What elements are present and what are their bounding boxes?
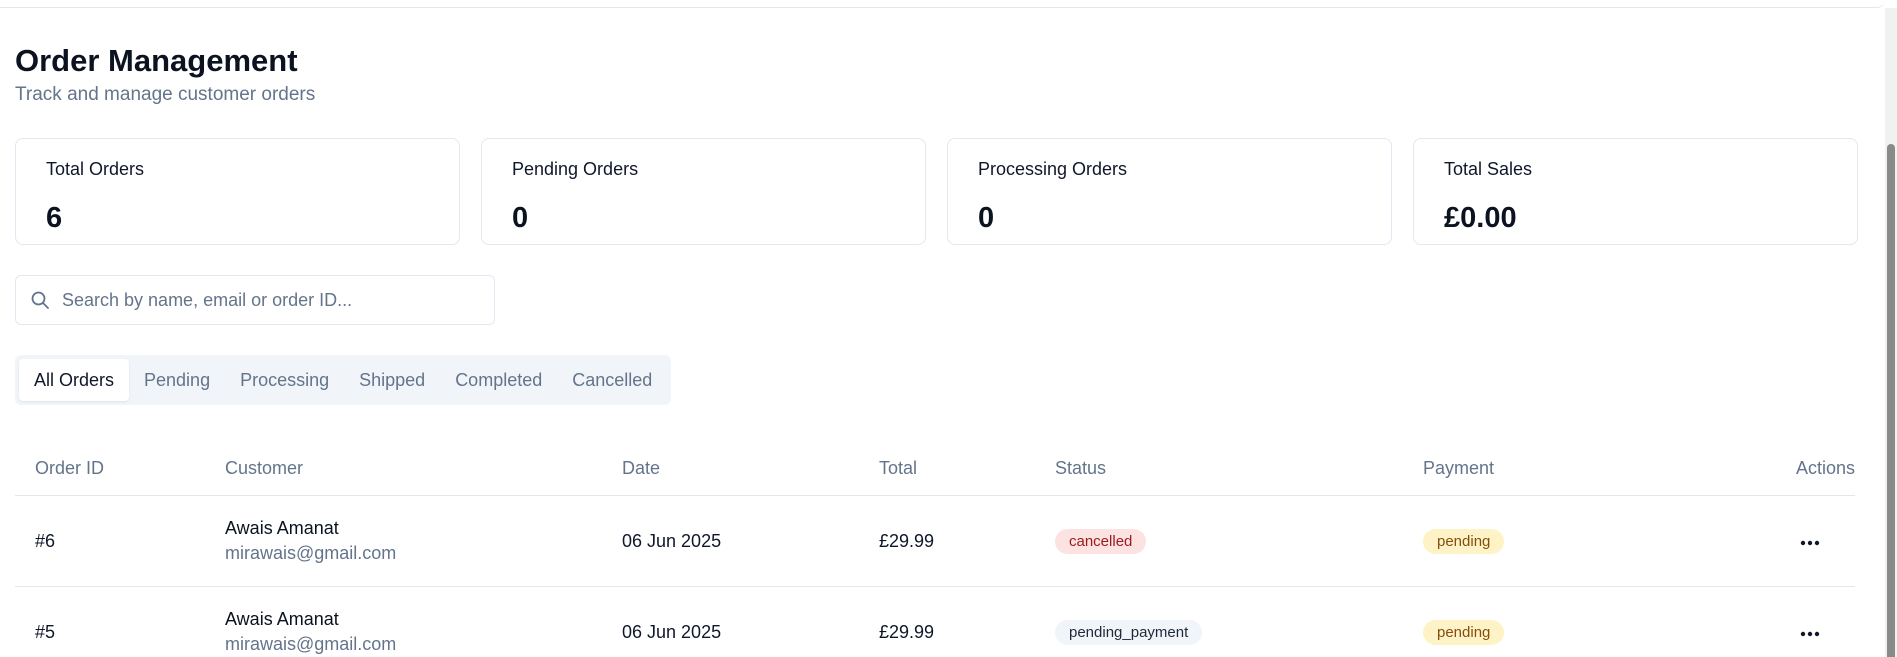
order-total: £29.99 xyxy=(879,621,935,642)
vertical-scrollbar[interactable] xyxy=(1885,8,1897,657)
table-row: #5 Awais Amanat mirawais@gmail.com 06 Ju… xyxy=(15,587,1855,657)
tab-pending[interactable]: Pending xyxy=(129,359,225,401)
stats-row: Total Orders 6 Pending Orders 0 Processi… xyxy=(15,138,1858,245)
page-title: Order Management xyxy=(15,43,298,78)
stat-card-total-orders: Total Orders 6 xyxy=(15,138,460,245)
table-header: Order ID Customer Date Total Status Paym… xyxy=(15,442,1855,496)
stat-card-pending-orders: Pending Orders 0 xyxy=(481,138,926,245)
scrollbar-thumb[interactable] xyxy=(1887,144,1895,657)
stat-label: Total Sales xyxy=(1444,159,1533,179)
stat-value: 0 xyxy=(512,202,529,234)
table-row: #6 Awais Amanat mirawais@gmail.com 06 Ju… xyxy=(15,496,1855,587)
customer-email: mirawais@gmail.com xyxy=(225,634,397,654)
customer-name: Awais Amanat xyxy=(225,518,339,538)
customer-name: Awais Amanat xyxy=(225,609,339,629)
column-header-date: Date xyxy=(622,458,661,478)
order-date: 06 Jun 2025 xyxy=(622,621,722,642)
stat-label: Processing Orders xyxy=(978,159,1128,179)
payment-badge: pending xyxy=(1423,528,1505,554)
status-badge: cancelled xyxy=(1055,528,1147,554)
customer-email: mirawais@gmail.com xyxy=(225,543,397,563)
tab-completed[interactable]: Completed xyxy=(440,359,557,401)
column-header-total: Total xyxy=(879,458,918,478)
actions-cell xyxy=(1725,531,1855,552)
tab-all-orders[interactable]: All Orders xyxy=(19,359,130,401)
search-box[interactable] xyxy=(15,275,495,325)
customer-cell: Awais Amanat mirawais@gmail.com xyxy=(225,609,622,655)
payment-cell: pending xyxy=(1423,528,1725,554)
more-actions-icon[interactable] xyxy=(1799,531,1821,545)
stat-card-processing-orders: Processing Orders 0 xyxy=(947,138,1392,245)
more-actions-icon[interactable] xyxy=(1799,622,1821,636)
stat-label: Pending Orders xyxy=(512,159,639,179)
search-icon xyxy=(30,290,50,310)
order-total: £29.99 xyxy=(879,530,935,551)
status-cell: cancelled xyxy=(1055,528,1423,554)
tab-shipped[interactable]: Shipped xyxy=(344,359,440,401)
stat-label: Total Orders xyxy=(46,159,145,179)
column-header-status: Status xyxy=(1055,458,1107,478)
stat-card-total-sales: Total Sales £0.00 xyxy=(1413,138,1858,245)
column-header-order-id: Order ID xyxy=(35,458,105,478)
stat-value: £0.00 xyxy=(1444,202,1517,234)
orders-table: Order ID Customer Date Total Status Paym… xyxy=(15,442,1855,657)
column-header-actions: Actions xyxy=(1795,458,1855,478)
actions-cell xyxy=(1725,622,1855,643)
payment-cell: pending xyxy=(1423,619,1725,645)
tab-cancelled[interactable]: Cancelled xyxy=(557,359,667,401)
column-header-customer: Customer xyxy=(225,458,304,478)
top-panel-edge xyxy=(0,0,1885,8)
page-subtitle: Track and manage customer orders xyxy=(15,84,316,105)
status-cell: pending_payment xyxy=(1055,619,1423,645)
stat-value: 6 xyxy=(46,202,63,234)
order-status-tabs: All Orders Pending Processing Shipped Co… xyxy=(15,355,672,405)
tab-processing[interactable]: Processing xyxy=(225,359,344,401)
customer-cell: Awais Amanat mirawais@gmail.com xyxy=(225,518,622,564)
order-id: #6 xyxy=(35,530,56,551)
search-input[interactable] xyxy=(62,289,482,311)
order-management-page: Order Management Track and manage custom… xyxy=(15,42,1858,654)
order-id: #5 xyxy=(35,621,56,642)
column-header-payment: Payment xyxy=(1423,458,1495,478)
payment-badge: pending xyxy=(1423,619,1505,645)
order-date: 06 Jun 2025 xyxy=(622,530,722,551)
status-badge: pending_payment xyxy=(1055,619,1203,645)
stat-value: 0 xyxy=(978,202,995,234)
